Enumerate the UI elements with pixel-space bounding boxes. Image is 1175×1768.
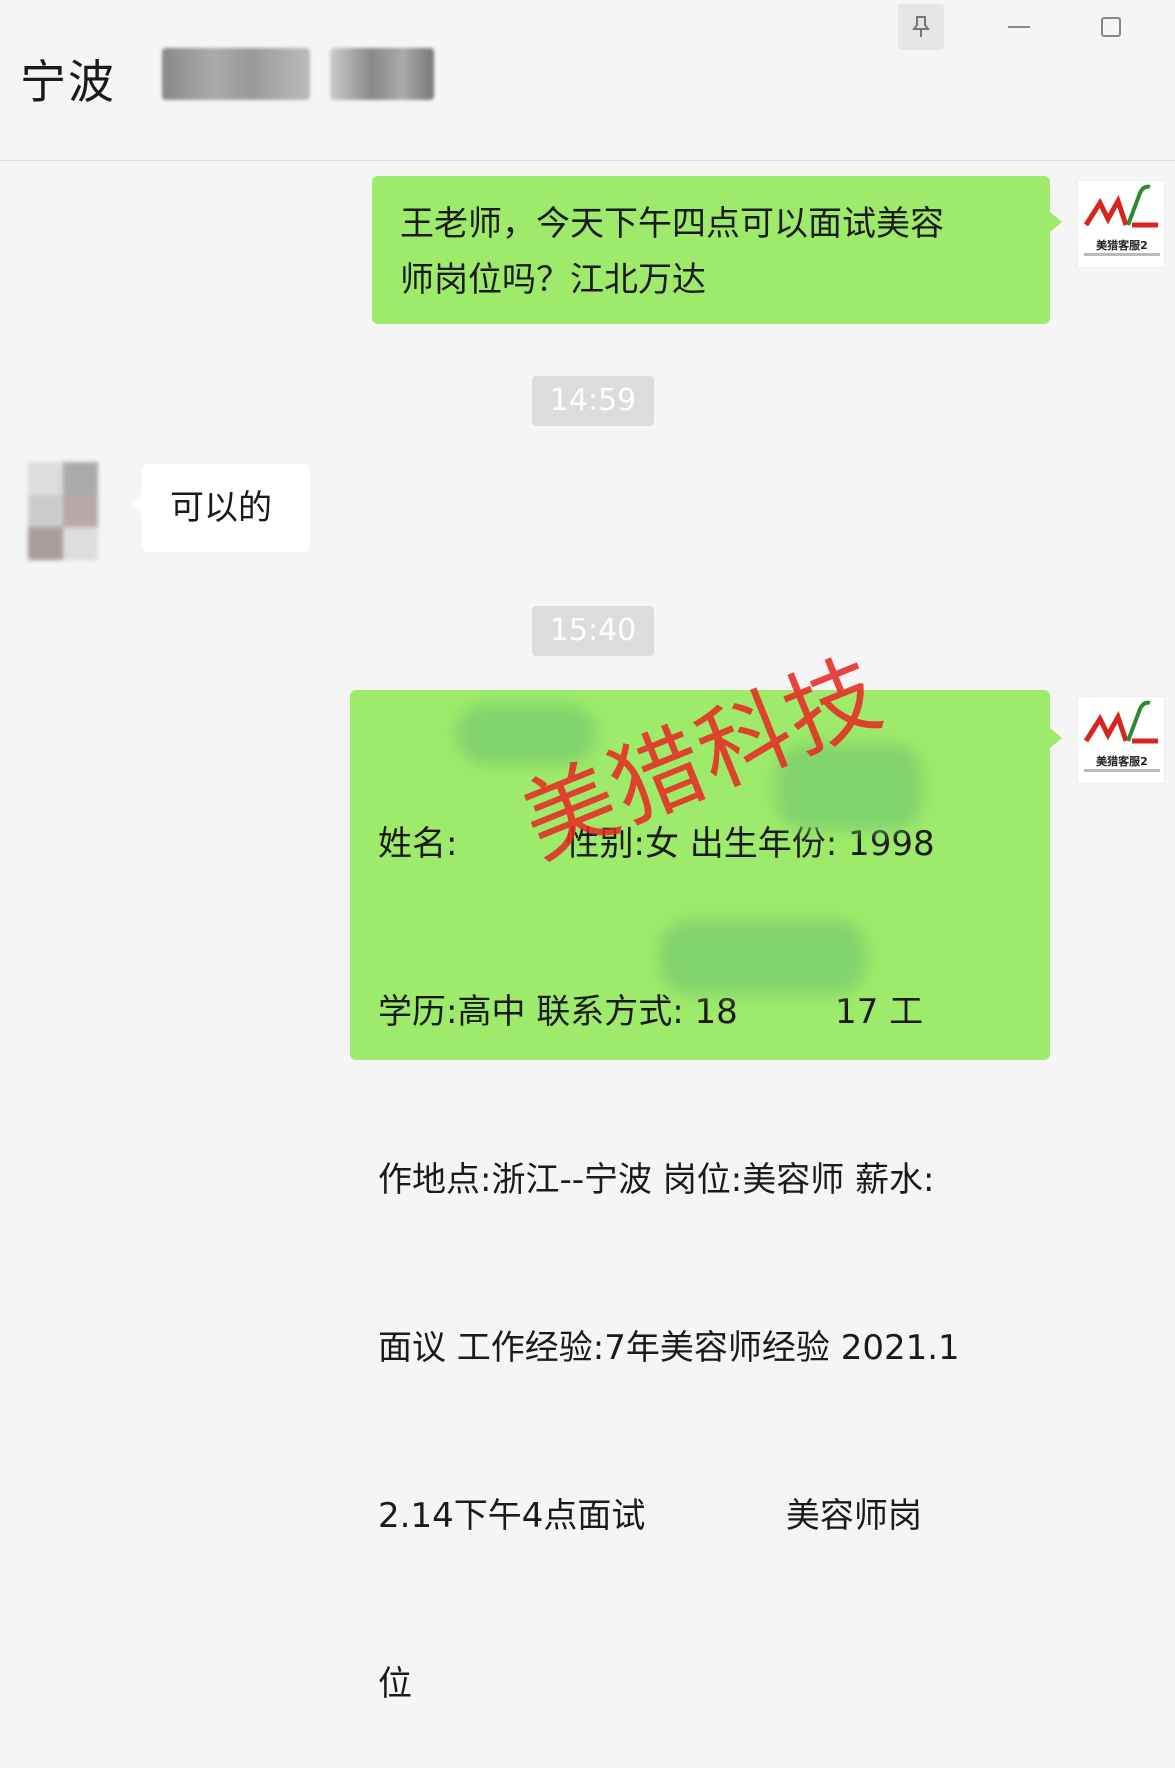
message-bubble-sent[interactable]: 王老师，今天下午四点可以面试美容 师岗位吗？江北万达 xyxy=(372,176,1050,324)
message-text-line: 姓名: 性别:女 出生年份: 1998 xyxy=(378,824,935,864)
chat-header: 宁波 xyxy=(0,0,1175,161)
logo-icon xyxy=(1083,184,1158,228)
message-text-line: 位 xyxy=(378,1664,412,1704)
redacted-contact-name-2 xyxy=(330,48,434,100)
message-text-line: 面议 工作经验:7年美容师经验 2021.1 xyxy=(378,1328,960,1368)
maximize-icon[interactable] xyxy=(1088,4,1134,50)
avatar[interactable] xyxy=(28,462,98,560)
minimize-icon[interactable] xyxy=(996,4,1042,50)
chat-title: 宁波 xyxy=(20,55,116,109)
redacted-contact-name xyxy=(162,48,310,100)
message-text-line: 2.14下午4点面试 美容师岗 xyxy=(378,1496,922,1536)
timestamp: 14:59 xyxy=(532,376,654,426)
avatar-label: 美猎客服2 xyxy=(1096,239,1148,252)
pin-icon[interactable] xyxy=(898,4,944,50)
message-text-line: 师岗位吗？江北万达 xyxy=(400,260,706,300)
logo-icon xyxy=(1083,700,1158,744)
redaction-smudge xyxy=(660,920,866,994)
message-text-line: 作地点:浙江--宁波 岗位:美容师 薪水: xyxy=(378,1160,935,1200)
message-text-line: 王老师，今天下午四点可以面试美容 xyxy=(400,204,944,244)
message-bubble-received[interactable]: 可以的 xyxy=(142,464,310,552)
timestamp: 15:40 xyxy=(532,606,654,656)
avatar-label: 美猎客服2 xyxy=(1096,755,1148,768)
avatar[interactable]: 美猎客服2 xyxy=(1077,180,1165,268)
message-text: 可以的 xyxy=(170,488,272,528)
avatar[interactable]: 美猎客服2 xyxy=(1077,696,1165,784)
